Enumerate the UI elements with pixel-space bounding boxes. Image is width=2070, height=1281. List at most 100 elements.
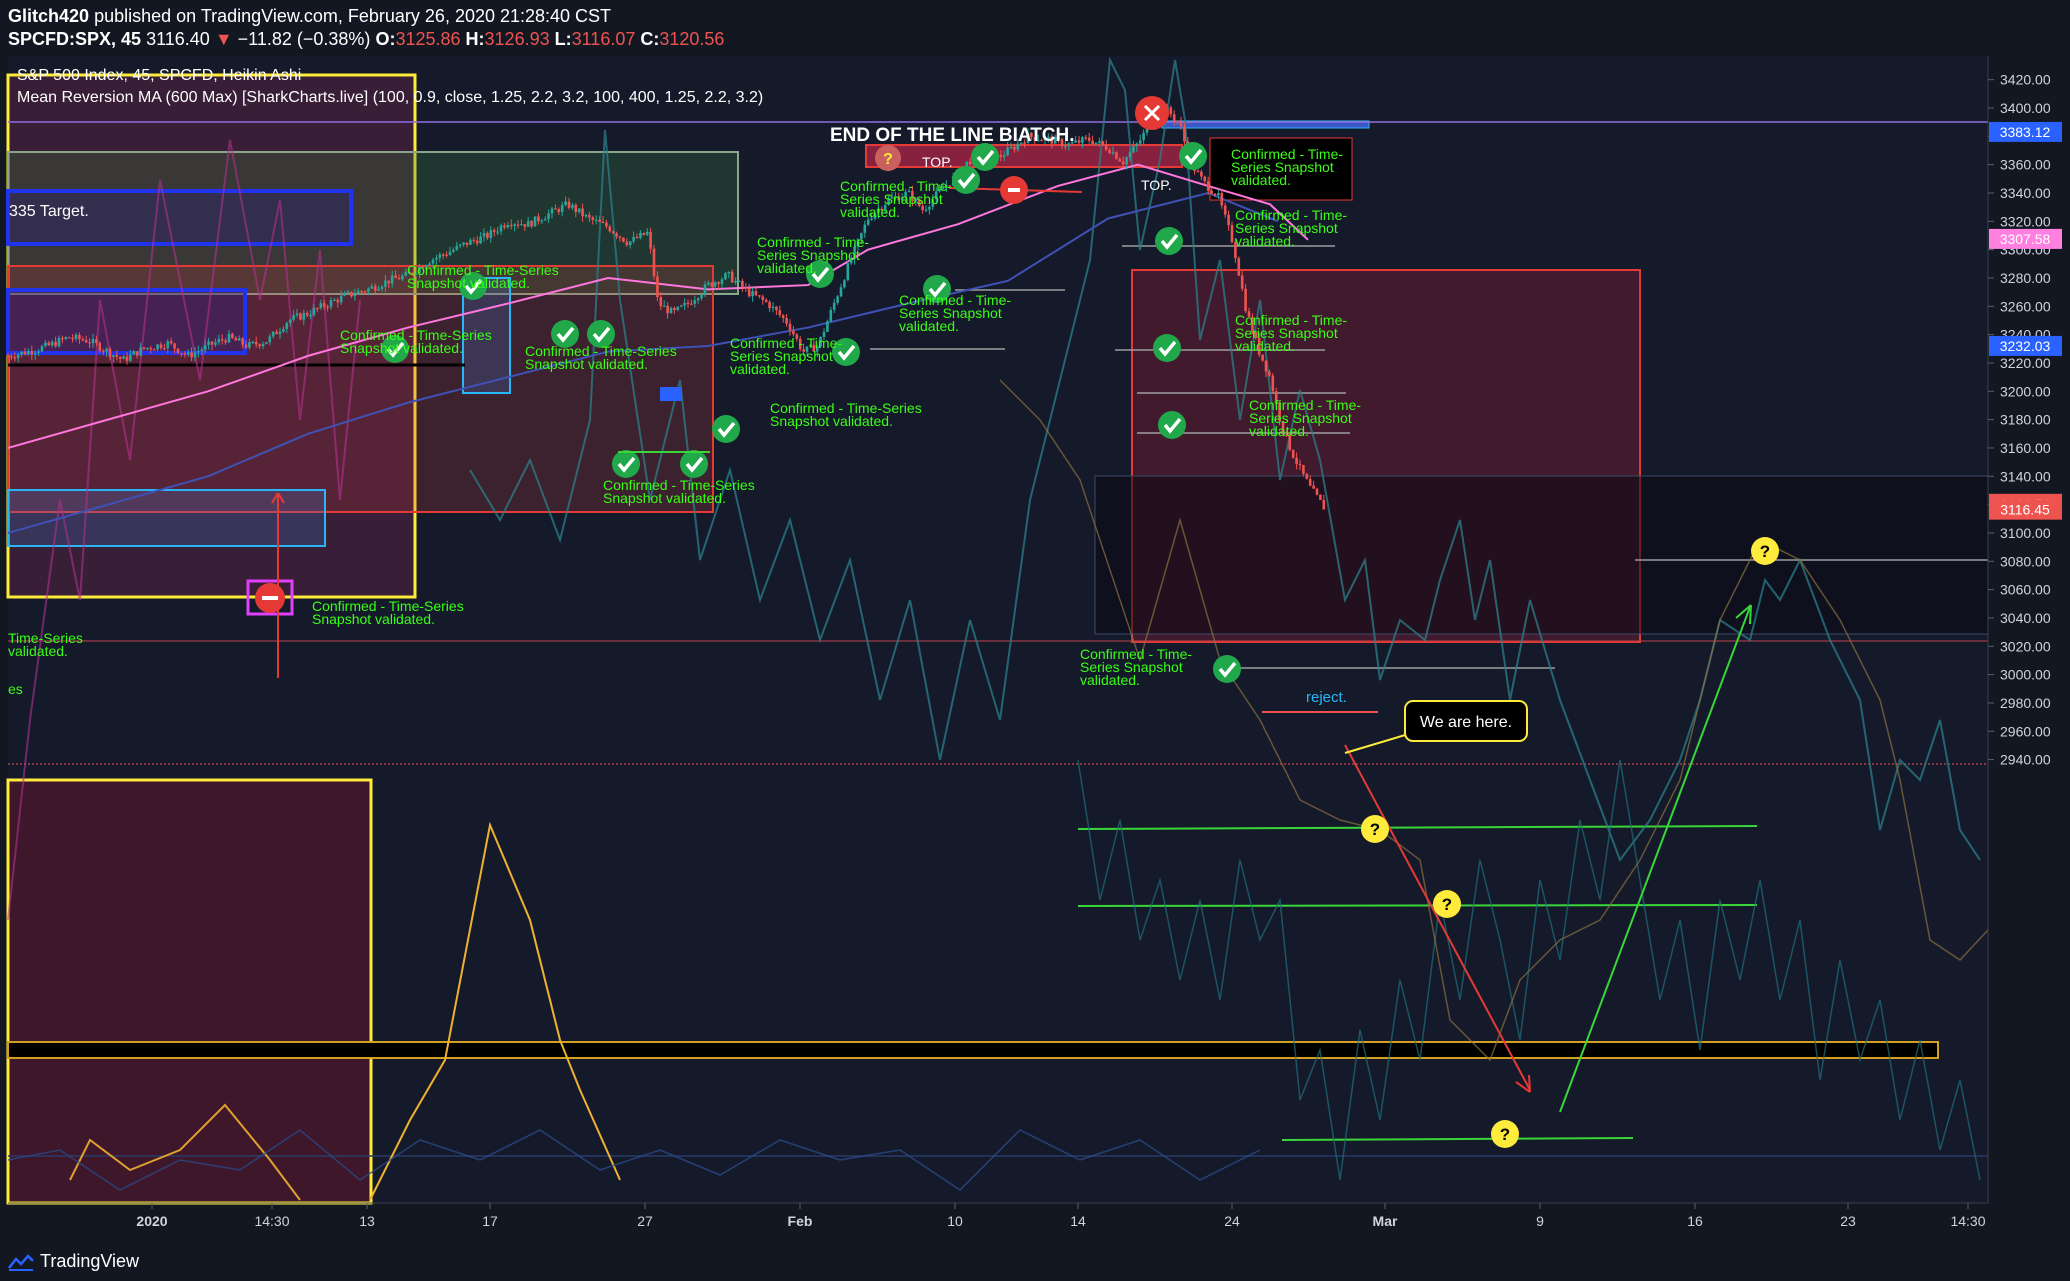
candle-up — [20, 351, 23, 355]
question-mark-glyph: ? — [1370, 820, 1380, 839]
candle-down — [159, 344, 163, 349]
time-axis[interactable]: 2020 14:30 13 17 27 Feb 10 14 24 Mar 9 16 23 14:30 — [8, 1202, 1988, 1229]
chart-footer: TradingView — [0, 1243, 2070, 1281]
y-tick-label: 3360.00 — [2000, 157, 2051, 173]
candle-down — [666, 305, 669, 314]
candle-down — [486, 232, 489, 239]
candle-down — [1271, 375, 1275, 392]
candle-up — [91, 339, 95, 344]
legend-indicator-title[interactable]: Mean Reversion MA (600 Max) [SharkCharts… — [17, 89, 763, 106]
candle-up — [679, 305, 683, 307]
reject-label: reject. — [1306, 689, 1347, 706]
candle-down — [775, 306, 778, 311]
candle-up — [1132, 146, 1135, 153]
candle-down — [326, 306, 329, 308]
y-tick-label: 3020.00 — [2000, 638, 2051, 654]
candle-up — [105, 348, 108, 352]
candle-down — [183, 353, 187, 355]
candle-down — [1264, 360, 1268, 372]
candle-up — [193, 352, 197, 358]
candle-down — [768, 301, 771, 309]
candle-up — [832, 302, 836, 310]
candle-down — [360, 291, 363, 293]
y-tick-label: 2940.00 — [2000, 752, 2051, 768]
candle-down — [108, 348, 112, 357]
candle-up — [669, 307, 673, 314]
candle-up — [64, 337, 68, 339]
candle-up — [458, 244, 462, 246]
candle-up — [292, 315, 295, 320]
candle-down — [1227, 214, 1230, 226]
candle-down — [642, 232, 646, 235]
candle-down — [152, 349, 156, 351]
candle-up — [662, 305, 666, 308]
candle-down — [176, 348, 180, 354]
candle-up — [319, 303, 323, 309]
candle-down — [1308, 479, 1312, 486]
check-icon — [1211, 653, 1243, 685]
green-level-3060 — [1077, 904, 1758, 907]
price-badge-label: 3232.03 — [2000, 338, 2051, 354]
candle-up — [251, 341, 255, 344]
price-chart[interactable]: ? ? ? ? ? We are here. END OF THE LINE B… — [0, 0, 2070, 1243]
candle-down — [13, 357, 17, 359]
partial-label-left-2: es — [8, 681, 23, 697]
candle-down — [78, 334, 81, 340]
candle-up — [462, 242, 465, 245]
candle-down — [785, 317, 788, 324]
candle-up — [302, 312, 306, 320]
candle-down — [241, 338, 244, 345]
candle-up — [261, 343, 265, 347]
candle-down — [98, 342, 102, 352]
price-badge-label: 3383.12 — [2000, 124, 2051, 140]
candle-up — [380, 286, 384, 290]
candle-down — [88, 342, 91, 344]
candle-down — [305, 312, 309, 316]
price-axis[interactable]: 3420.003400.003380.003360.003340.003320.… — [1987, 56, 2051, 1203]
y-tick-label: 3100.00 — [2000, 525, 2051, 541]
legend-series-title[interactable]: S&P 500 Index, 45, SPCFD, Heikin Ashi — [17, 67, 301, 84]
candle-down — [173, 343, 176, 349]
candle-down — [1302, 465, 1305, 474]
question-mark-glyph: ? — [1442, 895, 1452, 914]
candle-down — [1244, 288, 1247, 312]
candle-up — [479, 236, 482, 244]
price-badge-label: 3307.58 — [2000, 231, 2051, 247]
tradingview-logo-icon — [8, 1253, 34, 1271]
check-icon — [1153, 225, 1185, 257]
candle-down — [1322, 499, 1326, 510]
candle-down — [1213, 193, 1217, 196]
y-tick-label: 2980.00 — [2000, 695, 2051, 711]
question-mark-glyph: ? — [1760, 542, 1770, 561]
candle-down — [322, 303, 326, 307]
candle-down — [115, 355, 119, 357]
x-tick-label: 14 — [1070, 1213, 1086, 1229]
candle-down — [1298, 463, 1302, 466]
candle-down — [1223, 205, 1227, 215]
candle-down — [180, 353, 183, 355]
candle-up — [839, 287, 843, 297]
candle-down — [615, 233, 618, 237]
candle-down — [509, 224, 513, 227]
candle-up — [727, 271, 731, 274]
candle-up — [676, 306, 680, 311]
candle-down — [1176, 120, 1179, 123]
tradingview-brand[interactable]: TradingView — [8, 1251, 139, 1272]
candle-down — [135, 351, 139, 356]
candle-down — [730, 271, 734, 283]
candle-up — [339, 295, 343, 303]
candle-up — [843, 280, 846, 288]
candle-down — [30, 351, 34, 355]
x-tick-label: 14:30 — [1950, 1213, 1985, 1229]
candle-down — [673, 307, 676, 311]
candle-up — [724, 273, 727, 280]
candle-up — [384, 280, 387, 287]
candle-up — [1098, 141, 1101, 143]
candle-up — [146, 347, 149, 350]
candle-down — [656, 276, 659, 298]
candle-down — [588, 214, 591, 218]
candle-down — [475, 240, 479, 244]
candle-up — [217, 339, 221, 343]
candle-up — [846, 263, 850, 281]
candle-down — [394, 275, 397, 279]
